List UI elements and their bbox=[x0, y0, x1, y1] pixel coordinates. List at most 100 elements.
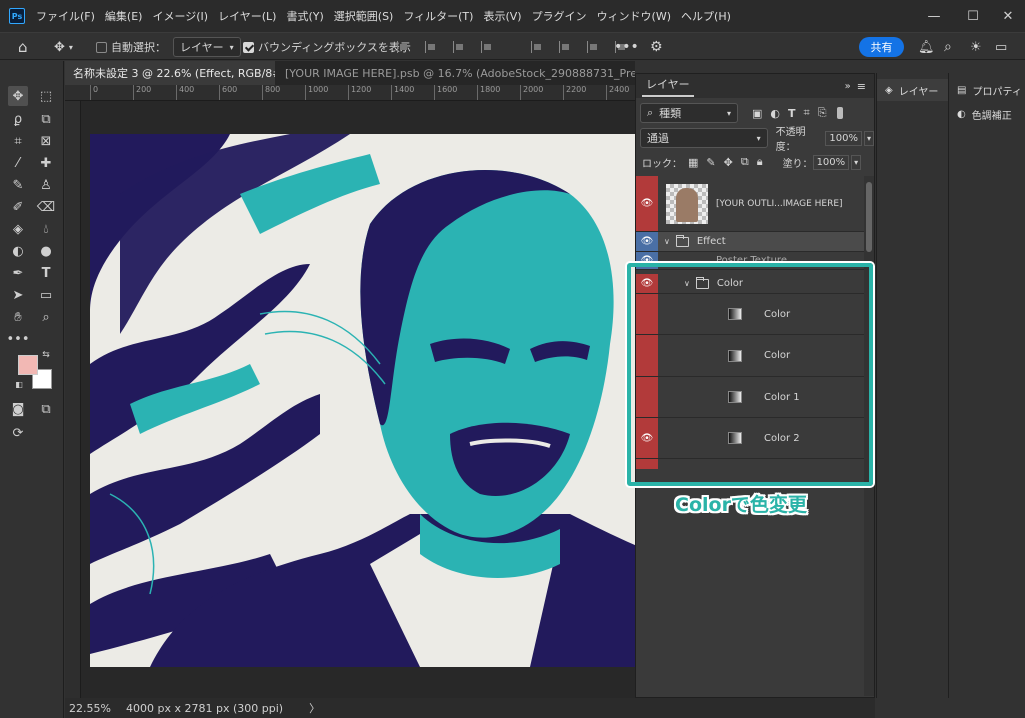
align-right-icon[interactable] bbox=[453, 41, 465, 53]
lock-artboard-icon[interactable]: ⧉ bbox=[741, 155, 749, 169]
burn-tool-icon[interactable]: ● bbox=[36, 241, 56, 261]
ruler-tick: 2200 bbox=[563, 85, 586, 100]
status-arrow-icon[interactable]: 〉 bbox=[309, 700, 320, 716]
menu-edit[interactable]: 編集(E) bbox=[100, 8, 148, 24]
blur-tool-icon[interactable]: 💧︎ bbox=[36, 219, 56, 239]
stamp-tool-icon[interactable]: ♙ bbox=[36, 175, 56, 195]
align-middle-icon[interactable] bbox=[559, 41, 571, 53]
panel-collapse-icon[interactable]: » bbox=[845, 81, 851, 92]
menu-select[interactable]: 選択範囲(S) bbox=[329, 8, 399, 24]
menu-plugins[interactable]: プラグイン bbox=[527, 8, 592, 24]
gear-icon[interactable]: ⚙ bbox=[650, 33, 663, 61]
menu-file[interactable]: ファイル(F) bbox=[31, 8, 100, 24]
marquee-tool-icon[interactable]: ⬚ bbox=[36, 86, 56, 106]
quick-mask-icon[interactable]: ◙ bbox=[8, 399, 28, 419]
notification-bell-icon[interactable]: 🔔︎ bbox=[918, 33, 935, 61]
tab-document-1[interactable]: 名称未設定 3 @ 22.6% (Effect, RGB/8#) * × bbox=[65, 61, 275, 85]
menu-type[interactable]: 書式(Y) bbox=[281, 8, 328, 24]
edit-toolbar-icon[interactable]: ••• bbox=[7, 329, 30, 349]
image-filter-icon[interactable]: ▣ bbox=[752, 107, 762, 120]
layers-icon: ◈ bbox=[885, 85, 893, 96]
document-tabs: 名称未設定 3 @ 22.6% (Effect, RGB/8#) * × [YO… bbox=[65, 61, 635, 85]
lasso-tool-icon[interactable]: ϼ bbox=[8, 109, 28, 129]
layer-filter-dropdown[interactable]: ⌕ 種類 ▾ bbox=[640, 103, 738, 123]
shape-filter-icon[interactable]: ⌗ bbox=[804, 106, 810, 120]
menu-window[interactable]: ウィンドウ(W) bbox=[592, 8, 676, 24]
layer-item[interactable]: 👁︎ [YOUR OUTLI...IMAGE HERE] bbox=[636, 176, 864, 232]
lock-transparent-icon[interactable]: ▦ bbox=[688, 156, 698, 169]
highlight-box bbox=[627, 263, 873, 486]
pen-tool-icon[interactable]: ✒ bbox=[8, 263, 28, 283]
chevron-down-icon: ▾ bbox=[726, 108, 731, 118]
fill-input[interactable]: 100% bbox=[812, 154, 850, 170]
paint-bucket-icon[interactable]: ◈ bbox=[8, 219, 28, 239]
layers-dock-item[interactable]: ◈ レイヤー bbox=[885, 83, 938, 98]
zoom-level[interactable]: 22.55% bbox=[69, 702, 124, 715]
lock-all-icon[interactable]: 🔒︎ bbox=[757, 155, 763, 169]
tab-document-2[interactable]: [YOUR IMAGE HERE].psb @ 16.7% (AdobeStoc… bbox=[277, 61, 635, 85]
align-left-icon[interactable] bbox=[397, 41, 409, 53]
chevron-down-icon[interactable]: ▾ bbox=[851, 154, 862, 170]
move-tool-icon[interactable]: ✥ bbox=[8, 86, 28, 106]
crop-tool-icon[interactable]: ⌗ bbox=[8, 131, 28, 151]
eyedropper-tool-icon[interactable]: ⁄ bbox=[8, 153, 28, 173]
menu-view[interactable]: 表示(V) bbox=[478, 8, 526, 24]
visibility-toggle[interactable]: 👁︎ bbox=[636, 232, 658, 251]
visibility-toggle[interactable]: 👁︎ bbox=[636, 176, 658, 231]
bounding-box-checkbox[interactable] bbox=[243, 41, 254, 53]
discover-icon[interactable]: ☀ bbox=[970, 33, 982, 61]
menu-image[interactable]: イメージ(I) bbox=[147, 8, 213, 24]
healing-brush-icon[interactable]: ✚ bbox=[36, 153, 56, 173]
adjustments-dock-item[interactable]: ◐ 色調補正 bbox=[957, 107, 1012, 122]
swap-colors-icon[interactable]: ⇆ bbox=[40, 349, 52, 361]
lock-position-icon[interactable]: ✥ bbox=[724, 156, 733, 169]
scrollbar-thumb[interactable] bbox=[866, 182, 872, 252]
lock-pixels-icon[interactable]: ✎ bbox=[706, 156, 715, 169]
smart-object-filter-icon[interactable]: ⎘ bbox=[818, 106, 827, 120]
ruler-tick: 2000 bbox=[520, 85, 543, 100]
search-icon[interactable]: ⌕ bbox=[944, 33, 952, 61]
screen-mode-icon[interactable]: ⧉ bbox=[36, 399, 56, 419]
workspace-icon[interactable]: ▭ bbox=[995, 33, 1007, 61]
align-center-icon[interactable] bbox=[425, 41, 437, 53]
more-options-icon[interactable]: ••• bbox=[614, 33, 639, 61]
rectangle-tool-icon[interactable]: ▭ bbox=[36, 285, 56, 305]
close-button[interactable]: ✕ bbox=[985, 0, 1025, 32]
home-icon[interactable]: ⌂ bbox=[18, 33, 28, 61]
properties-dock-item[interactable]: ▤ プロパティ bbox=[957, 83, 1022, 98]
share-button[interactable]: 共有 bbox=[859, 37, 904, 57]
filter-toggle[interactable] bbox=[836, 107, 843, 119]
layers-tab[interactable]: レイヤー bbox=[642, 75, 694, 97]
brush-tool-icon[interactable]: ✎ bbox=[8, 175, 28, 195]
path-select-icon[interactable]: ➤ bbox=[8, 285, 28, 305]
blend-mode-dropdown[interactable]: 通過 ▾ bbox=[640, 128, 768, 148]
move-tool-icon[interactable]: ✥ ▾ bbox=[54, 33, 73, 61]
menu-layer[interactable]: レイヤー(L) bbox=[213, 8, 281, 24]
hand-tool-icon[interactable]: ✋︎ bbox=[8, 307, 28, 327]
type-filter-icon[interactable]: T bbox=[788, 107, 796, 120]
generative-icon[interactable]: ⟳ bbox=[8, 423, 28, 443]
object-select-tool-icon[interactable]: ⧉ bbox=[36, 109, 56, 129]
default-colors-icon[interactable]: ◧ bbox=[14, 379, 24, 389]
vertical-ruler bbox=[65, 101, 81, 698]
frame-tool-icon[interactable]: ⊠ bbox=[36, 131, 56, 151]
type-tool-icon[interactable]: T bbox=[36, 263, 56, 283]
dodge-tool-icon[interactable]: ◐ bbox=[8, 241, 28, 261]
adjustment-filter-icon[interactable]: ◐ bbox=[770, 107, 780, 120]
history-brush-icon[interactable]: ✐ bbox=[8, 197, 28, 217]
eraser-tool-icon[interactable]: ⌫ bbox=[36, 197, 56, 217]
auto-select-checkbox[interactable] bbox=[96, 41, 107, 53]
panel-menu-icon[interactable]: ≡ bbox=[857, 80, 866, 93]
align-bottom-icon[interactable] bbox=[587, 41, 599, 53]
distribute-icon[interactable] bbox=[481, 41, 493, 53]
auto-select-value: レイヤー bbox=[180, 41, 224, 54]
layer-group-effect[interactable]: 👁︎ ∨ Effect bbox=[636, 232, 864, 252]
auto-select-dropdown[interactable]: レイヤー ▾ bbox=[173, 37, 241, 57]
menu-filter[interactable]: フィルター(T) bbox=[398, 8, 478, 24]
align-top-icon[interactable] bbox=[531, 41, 543, 53]
opacity-input[interactable]: 100% bbox=[825, 130, 862, 146]
chevron-down-icon[interactable]: ∨ bbox=[664, 237, 670, 246]
menu-help[interactable]: ヘルプ(H) bbox=[676, 8, 736, 24]
zoom-tool-icon[interactable]: ⌕ bbox=[36, 307, 56, 327]
chevron-down-icon[interactable]: ▾ bbox=[863, 130, 874, 146]
